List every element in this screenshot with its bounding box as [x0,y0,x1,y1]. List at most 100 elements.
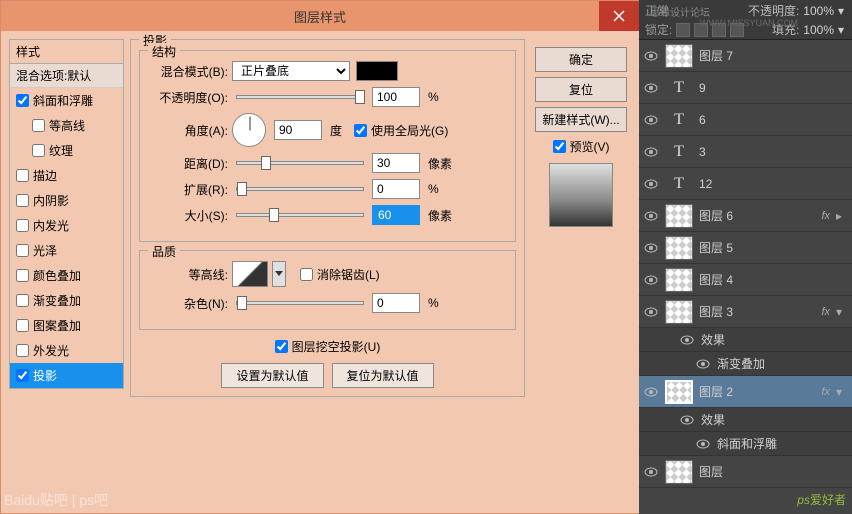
style-item-2[interactable]: 纹理 [10,138,123,163]
style-item-6[interactable]: 光泽 [10,238,123,263]
layer-name[interactable]: 6 [699,113,848,127]
spread-slider[interactable] [236,187,364,191]
chevron-down-icon[interactable]: ▾ [838,4,846,18]
preview-checkbox[interactable] [553,140,566,153]
layer-thumbnail[interactable] [665,44,693,68]
layer-row-9[interactable]: 效果 [639,328,852,352]
style-checkbox[interactable] [16,369,29,382]
blend-mode-select[interactable]: 正片叠底 [232,61,350,81]
style-item-3[interactable]: 描边 [10,163,123,188]
knockout-checkbox[interactable] [275,340,288,353]
distance-slider[interactable] [236,161,364,165]
style-item-11[interactable]: 投影 [10,363,123,388]
style-item-8[interactable]: 渐变叠加 [10,288,123,313]
layer-row-7[interactable]: 图层 4 [639,264,852,296]
layer-name[interactable]: 图层 2 [699,383,815,400]
layer-row-5[interactable]: 图层 6 fx ▸ [639,200,852,232]
layer-name[interactable]: 斜面和浮雕 [717,435,848,452]
style-checkbox[interactable] [16,244,29,257]
style-item-0[interactable]: 斜面和浮雕 [10,88,123,113]
fill-value[interactable]: 100% [803,23,834,37]
reset-default-button[interactable]: 复位为默认值 [332,363,434,388]
layer-thumbnail[interactable] [665,460,693,484]
layer-row-3[interactable]: T3 [639,136,852,168]
blending-options-default[interactable]: 混合选项:默认 [10,64,123,88]
cancel-button[interactable]: 复位 [535,77,627,102]
style-checkbox[interactable] [32,119,45,132]
layer-name[interactable]: 图层 4 [699,271,848,288]
layer-thumbnail[interactable] [665,236,693,260]
opacity-input[interactable] [372,87,420,107]
visibility-eye-icon[interactable] [643,384,659,400]
layer-row-2[interactable]: T6 [639,104,852,136]
layer-row-0[interactable]: 图层 7 [639,40,852,72]
layer-row-11[interactable]: 图层 2 fx ▾ [639,376,852,408]
visibility-eye-icon[interactable] [643,464,659,480]
opacity-slider[interactable] [236,95,364,99]
layer-thumbnail[interactable] [665,204,693,228]
layer-thumbnail[interactable] [665,300,693,324]
layer-row-12[interactable]: 效果 [639,408,852,432]
layer-row-8[interactable]: 图层 3fx▾ [639,296,852,328]
style-item-10[interactable]: 外发光 [10,338,123,363]
noise-input[interactable] [372,293,420,313]
spread-input[interactable] [372,179,420,199]
fx-badge[interactable]: fx [821,386,830,398]
layer-name[interactable]: 图层 6 [699,207,815,224]
visibility-eye-icon[interactable] [643,80,659,96]
expand-toggle-icon[interactable]: ▸ [836,209,848,223]
style-item-1[interactable]: 等高线 [10,113,123,138]
expand-toggle-icon[interactable]: ▾ [836,385,848,399]
distance-input[interactable] [372,153,420,173]
visibility-eye-icon[interactable] [643,176,659,192]
layer-name[interactable]: 9 [699,81,848,95]
size-input[interactable]: 60 [372,205,420,225]
style-item-7[interactable]: 颜色叠加 [10,263,123,288]
fx-badge[interactable]: fx [821,210,830,222]
fx-badge[interactable]: fx [821,306,830,318]
visibility-eye-icon[interactable] [695,436,711,452]
visibility-eye-icon[interactable] [679,332,695,348]
style-item-5[interactable]: 内发光 [10,213,123,238]
style-item-9[interactable]: 图案叠加 [10,313,123,338]
style-checkbox[interactable] [16,169,29,182]
style-checkbox[interactable] [16,319,29,332]
set-default-button[interactable]: 设置为默认值 [221,363,323,388]
layer-name[interactable]: 效果 [701,411,848,428]
antialias-checkbox[interactable] [300,268,313,281]
lock-transparency-icon[interactable] [676,23,690,37]
layer-name[interactable]: 图层 [699,463,848,480]
style-checkbox[interactable] [16,194,29,207]
layer-row-4[interactable]: T12 [639,168,852,200]
visibility-eye-icon[interactable] [643,48,659,64]
layer-name[interactable]: 图层 3 [699,303,815,320]
layer-row-14[interactable]: 图层 [639,456,852,488]
layer-row-13[interactable]: 斜面和浮雕 [639,432,852,456]
style-checkbox[interactable] [16,94,29,107]
layer-row-1[interactable]: T9 [639,72,852,104]
visibility-eye-icon[interactable] [643,304,659,320]
visibility-eye-icon[interactable] [643,144,659,160]
visibility-eye-icon[interactable] [643,240,659,256]
layer-name[interactable]: 效果 [701,331,848,348]
layer-name[interactable]: 3 [699,145,848,159]
style-checkbox[interactable] [16,269,29,282]
new-style-button[interactable]: 新建样式(W)... [535,107,627,132]
visibility-eye-icon[interactable] [643,272,659,288]
layer-opacity-value[interactable]: 100% [803,4,834,18]
layer-name[interactable]: 渐变叠加 [717,355,848,372]
style-checkbox[interactable] [16,294,29,307]
visibility-eye-icon[interactable] [643,208,659,224]
layer-thumbnail[interactable] [665,268,693,292]
layer-name[interactable]: 12 [699,177,848,191]
style-checkbox[interactable] [16,219,29,232]
contour-dropdown[interactable] [272,261,286,287]
noise-slider[interactable] [236,301,364,305]
visibility-eye-icon[interactable] [679,412,695,428]
angle-dial[interactable] [232,113,266,147]
style-checkbox[interactable] [16,344,29,357]
style-checkbox[interactable] [32,144,45,157]
titlebar[interactable]: 图层样式 [1,1,639,31]
layer-row-10[interactable]: 渐变叠加 [639,352,852,376]
global-light-checkbox[interactable] [354,124,367,137]
